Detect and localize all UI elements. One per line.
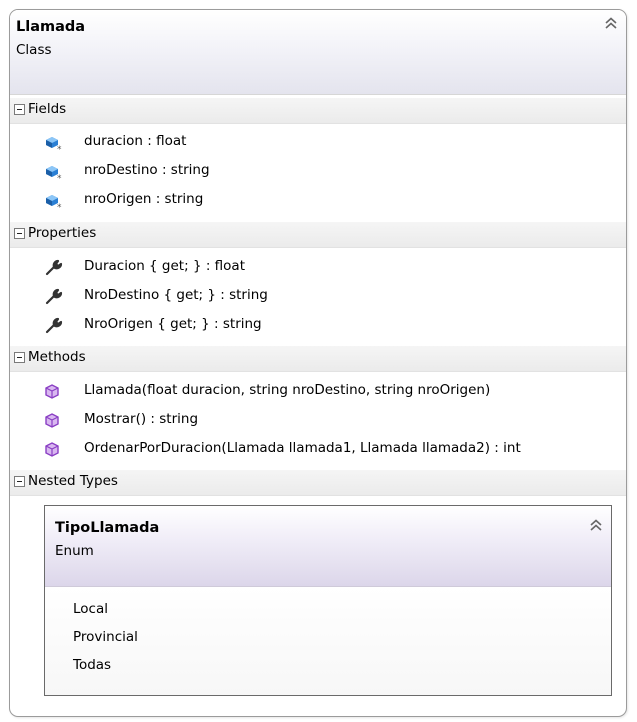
field-text: duracion : float bbox=[84, 133, 187, 149]
class-shape-llamada[interactable]: Llamada Class Fields * duracion : float bbox=[9, 9, 627, 717]
method-text: Mostrar() : string bbox=[84, 411, 199, 427]
property-text: NroOrigen { get; } : string bbox=[84, 316, 262, 332]
enum-value[interactable]: Local bbox=[73, 601, 108, 617]
collapse-minus-icon[interactable] bbox=[14, 104, 25, 115]
field-icon: * bbox=[44, 192, 64, 213]
section-nested-types[interactable]: Nested Types bbox=[10, 469, 626, 496]
section-fields[interactable]: Fields bbox=[10, 97, 626, 124]
collapse-minus-icon[interactable] bbox=[14, 476, 25, 487]
class-header[interactable]: Llamada Class bbox=[10, 10, 626, 95]
method-icon bbox=[44, 412, 64, 430]
enum-value[interactable]: Todas bbox=[73, 657, 111, 673]
property-text: Duracion { get; } : float bbox=[84, 258, 245, 274]
method-icon bbox=[44, 383, 64, 401]
field-icon: * bbox=[44, 134, 64, 155]
collapse-chevron-icon[interactable] bbox=[589, 518, 603, 536]
class-kind: Class bbox=[16, 42, 52, 58]
svg-text:*: * bbox=[57, 145, 62, 152]
enum-name: TipoLlamada bbox=[55, 520, 160, 536]
field-text: nroDestino : string bbox=[84, 162, 210, 178]
section-methods[interactable]: Methods bbox=[10, 345, 626, 372]
section-properties[interactable]: Properties bbox=[10, 221, 626, 248]
enum-kind: Enum bbox=[55, 543, 94, 559]
section-label: Properties bbox=[28, 225, 97, 241]
section-label: Nested Types bbox=[28, 473, 118, 489]
field-text: nroOrigen : string bbox=[84, 191, 204, 207]
property-wrench-icon bbox=[44, 259, 64, 277]
method-text: Llamada(float duracion, string nroDestin… bbox=[84, 382, 491, 398]
method-icon bbox=[44, 441, 64, 459]
enum-header[interactable]: TipoLlamada Enum bbox=[45, 506, 611, 587]
class-name: Llamada bbox=[16, 19, 86, 35]
property-text: NroDestino { get; } : string bbox=[84, 287, 268, 303]
collapse-chevron-icon[interactable] bbox=[604, 16, 618, 34]
field-icon: * bbox=[44, 163, 64, 184]
method-text: OrdenarPorDuracion(Llamada llamada1, Lla… bbox=[84, 440, 521, 456]
svg-text:*: * bbox=[57, 174, 62, 181]
collapse-minus-icon[interactable] bbox=[14, 352, 25, 363]
property-wrench-icon bbox=[44, 317, 64, 335]
property-wrench-icon bbox=[44, 288, 64, 306]
enum-shape-tipollamada[interactable]: TipoLlamada Enum Local Provincial Todas bbox=[44, 505, 612, 696]
svg-text:*: * bbox=[57, 203, 62, 210]
section-label: Fields bbox=[28, 101, 67, 117]
enum-value[interactable]: Provincial bbox=[73, 629, 138, 645]
section-label: Methods bbox=[28, 349, 86, 365]
enum-body: Local Provincial Todas bbox=[45, 587, 611, 695]
collapse-minus-icon[interactable] bbox=[14, 228, 25, 239]
